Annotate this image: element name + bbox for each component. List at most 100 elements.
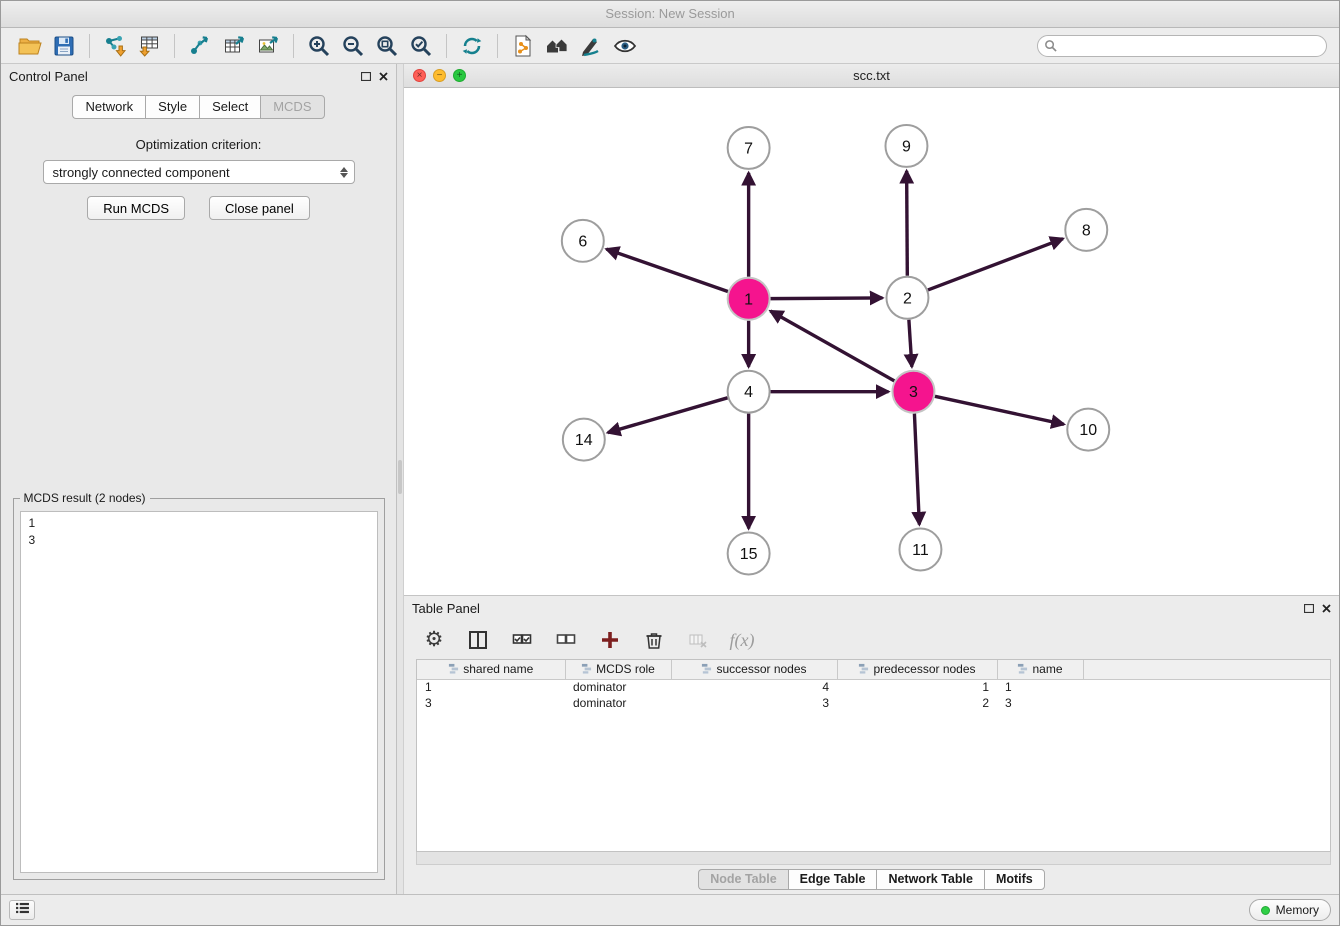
edge-1-2[interactable] <box>771 298 883 299</box>
edge-2-8[interactable] <box>928 239 1063 290</box>
tab-select[interactable]: Select <box>199 95 260 119</box>
tab-network-table[interactable]: Network Table <box>876 869 984 890</box>
table-cell-filler <box>1083 679 1330 695</box>
node-label: 15 <box>740 546 758 563</box>
node-8[interactable]: 8 <box>1065 209 1107 251</box>
edge-3-11[interactable] <box>914 414 919 525</box>
column-header-shared-name[interactable]: shared name <box>417 660 565 679</box>
node-11[interactable]: 11 <box>899 529 941 571</box>
edge-2-9[interactable] <box>907 171 908 276</box>
maximize-window-icon[interactable] <box>453 69 466 82</box>
node-2[interactable]: 2 <box>886 277 928 319</box>
table-cell[interactable]: dominator <box>565 679 671 695</box>
table-cell-filler <box>1083 695 1330 711</box>
zoom-out-icon[interactable] <box>336 31 370 61</box>
node-7[interactable]: 7 <box>728 127 770 169</box>
mcds-panel: Optimization criterion: strongly connect… <box>1 119 396 894</box>
table-cell[interactable]: 3 <box>671 695 837 711</box>
open-session-icon[interactable] <box>13 31 47 61</box>
annotation-icon[interactable] <box>574 31 608 61</box>
splitter-handle[interactable] <box>398 460 402 494</box>
table-panel-header: Table Panel <box>404 596 1339 621</box>
edge-2-3[interactable] <box>909 320 912 367</box>
save-session-icon[interactable] <box>47 31 81 61</box>
table-settings-icon[interactable]: ⚙ <box>422 628 446 652</box>
tab-motifs[interactable]: Motifs <box>984 869 1045 890</box>
network-window-titlebar[interactable]: scc.txt <box>404 64 1339 88</box>
column-header-name[interactable]: name <box>997 660 1083 679</box>
column-header-predecessor-nodes[interactable]: predecessor nodes <box>837 660 997 679</box>
table-row[interactable]: 1dominator411 <box>417 679 1330 695</box>
zoom-selected-icon[interactable] <box>404 31 438 61</box>
export-table-icon[interactable] <box>217 31 251 61</box>
horizontal-scrollbar[interactable] <box>416 852 1331 865</box>
close-panel-icon[interactable] <box>1322 601 1331 616</box>
show-columns-icon[interactable] <box>466 628 490 652</box>
tab-edge-table[interactable]: Edge Table <box>788 869 877 890</box>
float-panel-icon[interactable] <box>361 69 371 84</box>
network-graph[interactable]: 7 9 6 8 1 2 4 3 14 10 15 11 <box>404 88 1339 595</box>
network-document-icon[interactable] <box>506 31 540 61</box>
node-4[interactable]: 4 <box>728 371 770 413</box>
import-network-icon[interactable] <box>98 31 132 61</box>
node-table: shared nameMCDS rolesuccessor nodesprede… <box>416 659 1331 852</box>
import-table-icon[interactable] <box>132 31 166 61</box>
table-toolbar: ⚙ f(x) <box>404 621 1339 659</box>
tab-style[interactable]: Style <box>145 95 199 119</box>
table-cell[interactable]: 3 <box>417 695 565 711</box>
node-14[interactable]: 14 <box>563 419 605 461</box>
zoom-fit-icon[interactable] <box>370 31 404 61</box>
node-6[interactable]: 6 <box>562 220 604 262</box>
table-cell[interactable]: 1 <box>837 679 997 695</box>
close-panel-icon[interactable] <box>379 69 388 84</box>
table-cell[interactable]: 3 <box>997 695 1083 711</box>
column-header-successor-nodes[interactable]: successor nodes <box>671 660 837 679</box>
column-header-MCDS-role[interactable]: MCDS role <box>565 660 671 679</box>
node-3[interactable]: 3 <box>892 371 934 413</box>
table-cell[interactable]: dominator <box>565 695 671 711</box>
select-all-columns-icon[interactable] <box>510 628 534 652</box>
node-label: 9 <box>902 138 911 155</box>
node-9[interactable]: 9 <box>885 125 927 167</box>
node-10[interactable]: 10 <box>1067 409 1109 451</box>
table-cell[interactable]: 2 <box>837 695 997 711</box>
table-cell[interactable]: 1 <box>997 679 1083 695</box>
minimize-window-icon[interactable] <box>433 69 446 82</box>
mcds-result-list[interactable]: 13 <box>20 511 378 873</box>
node-1[interactable]: 1 <box>728 278 770 320</box>
task-history-button[interactable] <box>9 900 35 920</box>
node-15[interactable]: 15 <box>728 533 770 575</box>
add-row-icon[interactable] <box>598 628 622 652</box>
table-row[interactable]: 3dominator323 <box>417 695 1330 711</box>
table-cell[interactable]: 4 <box>671 679 837 695</box>
table-cell[interactable]: 1 <box>417 679 565 695</box>
optimization-dropdown[interactable]: strongly connected component <box>43 160 355 184</box>
tab-node-table[interactable]: Node Table <box>698 869 787 890</box>
toolbar-separator <box>293 34 294 58</box>
zoom-in-icon[interactable] <box>302 31 336 61</box>
export-image-icon[interactable] <box>251 31 285 61</box>
edge-3-10[interactable] <box>935 396 1064 424</box>
apply-layout-icon[interactable] <box>455 31 489 61</box>
memory-button[interactable]: Memory <box>1249 899 1331 921</box>
tab-network[interactable]: Network <box>72 95 145 119</box>
network-canvas[interactable]: 7 9 6 8 1 2 4 3 14 10 15 11 <box>404 88 1339 595</box>
delete-row-icon[interactable] <box>642 628 666 652</box>
tab-mcds[interactable]: MCDS <box>260 95 324 119</box>
close-window-icon[interactable] <box>413 69 426 82</box>
panel-splitter[interactable] <box>397 64 404 894</box>
toolbar-separator <box>174 34 175 58</box>
edge-4-14[interactable] <box>608 398 728 433</box>
unselect-all-columns-icon[interactable] <box>554 628 578 652</box>
edge-3-1[interactable] <box>770 311 894 381</box>
run-mcds-button[interactable]: Run MCDS <box>87 196 185 220</box>
export-network-icon[interactable] <box>183 31 217 61</box>
home-icon[interactable] <box>540 31 574 61</box>
close-panel-button[interactable]: Close panel <box>209 196 310 220</box>
show-graphics-details-icon[interactable] <box>608 31 642 61</box>
float-panel-icon[interactable] <box>1304 601 1314 616</box>
edge-1-6[interactable] <box>606 249 727 291</box>
search-input[interactable] <box>1037 35 1327 57</box>
control-panel-title: Control Panel <box>9 69 361 84</box>
node-table-header: shared nameMCDS rolesuccessor nodesprede… <box>417 660 1330 679</box>
